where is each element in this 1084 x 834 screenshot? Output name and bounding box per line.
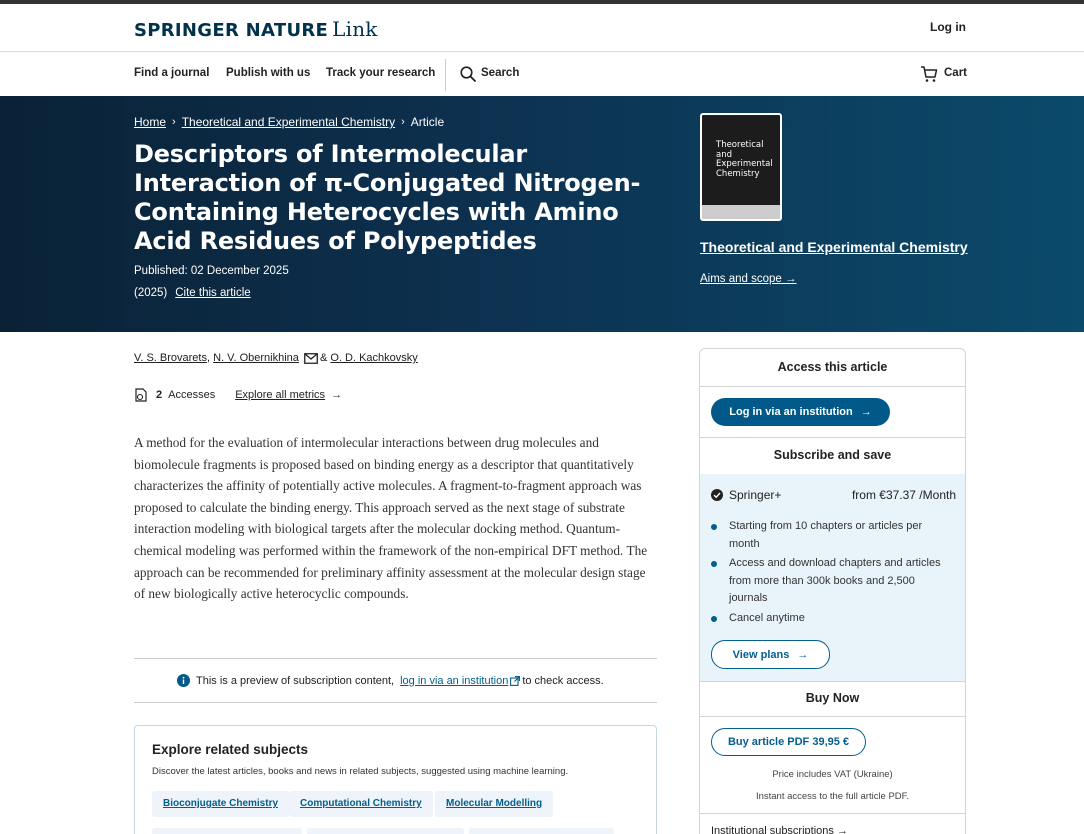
published-date: Published: 02 December 2025 [134, 265, 289, 277]
nav-find-journal[interactable]: Find a journal [134, 67, 209, 79]
cart-icon[interactable] [920, 65, 938, 83]
article-year: (2025) [134, 287, 168, 299]
accesses-count: 2 [156, 389, 163, 401]
article-title: Descriptors of Intermolecular Interactio… [134, 140, 641, 255]
aims-scope-link[interactable]: Aims and scope → [700, 273, 797, 285]
subject-chip-partial[interactable] [307, 828, 464, 834]
nav-divider [445, 59, 446, 91]
author-separator: , [206, 352, 211, 364]
subject-chip[interactable]: Molecular Modelling [435, 791, 554, 817]
access-article-title: Access this article [777, 360, 888, 374]
login-institution-button[interactable]: Log in via an institution → [711, 398, 890, 426]
institutional-subscriptions-link[interactable]: Institutional subscriptions → [711, 825, 848, 834]
cite-article-link[interactable]: Cite this article [175, 287, 250, 299]
journal-cover-image[interactable]: Theoretical and Experimental Chemistry [700, 113, 782, 221]
main-nav: Find a journal Publish with us Track you… [0, 53, 1084, 96]
article-abstract: A method for the evaluation of intermole… [134, 435, 648, 602]
preview-login-link[interactable]: log in via an institution [400, 675, 508, 687]
author-link[interactable]: V. S. Brovarets [134, 352, 207, 364]
cover-footer [702, 205, 780, 219]
metrics-row: 2 Accesses Explore all metrics → [134, 388, 342, 402]
plan-header: Springer+ from €37.37 /Month [711, 488, 956, 502]
breadcrumb: Home › Theoretical and Experimental Chem… [134, 115, 444, 129]
view-plans-label: View plans [732, 648, 790, 661]
accesses-label: Accesses [168, 389, 216, 401]
subject-chip[interactable]: Bioconjugate Chemistry [152, 791, 290, 817]
author-separator: & [319, 352, 328, 364]
arrow-right-icon: → [785, 273, 797, 285]
sidebar-divider [700, 813, 965, 814]
mail-icon[interactable] [304, 352, 318, 364]
author-list: V. S. Brovarets, N. V. Obernikhina & O. … [134, 352, 418, 364]
plan-feature-item: Access and download chapters and article… [711, 555, 951, 608]
breadcrumb-journal[interactable]: Theoretical and Experimental Chemistry [182, 115, 395, 129]
plan-features: Starting from 10 chapters or articles pe… [711, 518, 951, 629]
chevron-right-icon: › [172, 116, 176, 128]
nav-cart[interactable]: Cart [944, 67, 967, 79]
springer-plus-plan: Springer+ from €37.37 /Month Starting fr… [700, 474, 965, 681]
access-sidebar: Access this article Log in via an instit… [699, 348, 966, 834]
subscribe-title: Subscribe and save [773, 448, 892, 462]
author-link[interactable]: O. D. Kachkovsky [330, 352, 417, 364]
sidebar-divider [700, 716, 965, 717]
login-institution-label: Log in via an institution [729, 406, 853, 418]
plan-feature-item: Cancel anytime [711, 610, 951, 628]
explore-metrics-link[interactable]: Explore all metrics [235, 389, 325, 401]
buy-article-label: Buy article PDF 39,95 € [727, 736, 850, 748]
search-icon[interactable] [460, 66, 476, 82]
sidebar-divider [700, 437, 965, 438]
vat-note: Price includes VAT (Ukraine) [772, 769, 893, 780]
related-subjects-panel: Explore related subjects Discover the la… [134, 725, 657, 834]
related-subjects-subtitle: Discover the latest articles, books and … [152, 766, 569, 777]
arrow-right-icon: → [331, 389, 343, 401]
plan-price: from €37.37 /Month [851, 488, 956, 502]
plan-feature-item: Starting from 10 chapters or articles pe… [711, 518, 951, 553]
year-cite-row: (2025) Cite this article [134, 287, 251, 299]
login-link[interactable]: Log in [930, 20, 966, 34]
related-subjects-title: Explore related subjects [152, 742, 309, 757]
view-plans-button[interactable]: View plans → [711, 640, 830, 669]
info-icon [177, 674, 190, 687]
nav-publish[interactable]: Publish with us [226, 67, 310, 79]
arrow-right-icon: → [797, 648, 809, 661]
subject-chip-partial[interactable] [152, 828, 302, 834]
author-link[interactable]: N. V. Obernikhina [213, 352, 299, 364]
plan-name: Springer+ [729, 488, 782, 502]
chevron-right-icon: › [401, 116, 405, 128]
document-download-icon [135, 388, 147, 402]
logo-link-word: Link [332, 17, 378, 41]
logo-brand: SPRINGER NATURE [134, 20, 329, 41]
check-circle-icon [711, 489, 723, 501]
sidebar-divider [700, 681, 965, 682]
breadcrumb-current: Article [410, 115, 445, 129]
aims-scope-label: Aims and scope [700, 273, 782, 285]
nav-track-research[interactable]: Track your research [326, 67, 435, 79]
breadcrumb-home[interactable]: Home [134, 115, 166, 129]
sidebar-divider [700, 386, 965, 387]
cover-title: Theoretical and Experimental Chemistry [716, 140, 773, 179]
preview-notice: This is a preview of subscription conten… [134, 658, 657, 703]
preview-text: This is a preview of subscription conten… [196, 674, 395, 687]
journal-name-link[interactable]: Theoretical and Experimental Chemistry [700, 239, 968, 255]
site-header: SPRINGER NATURE Link Log in [0, 4, 1084, 52]
subject-chip[interactable]: Computational Chemistry [289, 791, 433, 817]
preview-text-after: to check access. [522, 674, 604, 687]
external-link-icon [510, 675, 521, 686]
nav-search[interactable]: Search [481, 67, 519, 79]
instant-access-note: Instant access to the full article PDF. [755, 791, 910, 802]
article-hero: Home › Theoretical and Experimental Chem… [0, 96, 1084, 332]
arrow-right-icon: → [860, 406, 872, 418]
springer-nature-link-logo[interactable]: SPRINGER NATURE Link [134, 17, 378, 41]
buy-now-title: Buy Now [805, 691, 860, 705]
buy-article-button[interactable]: Buy article PDF 39,95 € [711, 728, 866, 756]
subject-chip-partial[interactable] [469, 828, 614, 834]
